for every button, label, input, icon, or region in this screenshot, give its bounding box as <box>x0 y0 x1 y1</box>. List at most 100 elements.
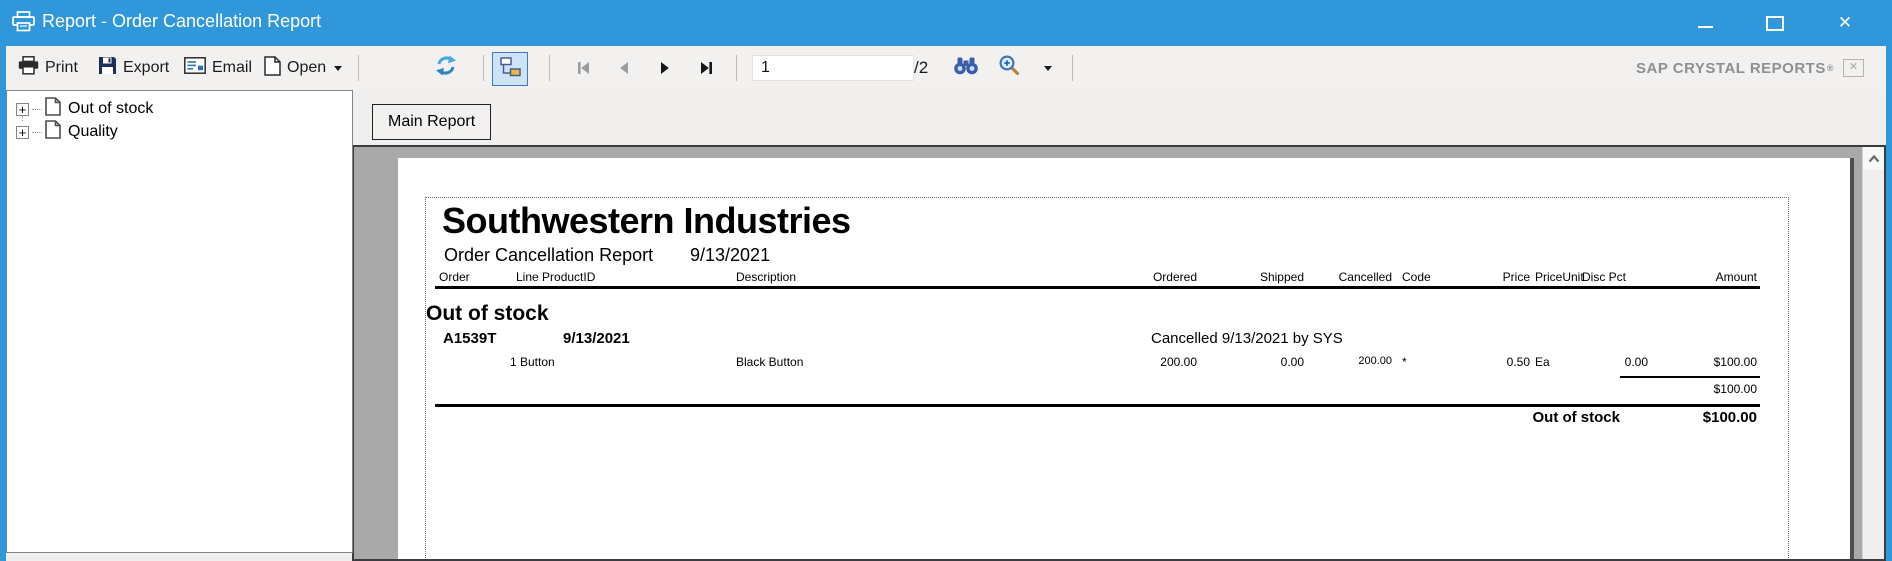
report-page: Southwestern Industries Order Cancellati… <box>398 158 1854 559</box>
next-page-icon <box>661 62 669 74</box>
order-date: 9/13/2021 <box>563 330 630 347</box>
detail-description: Black Button <box>736 355 804 369</box>
window-title: Report - Order Cancellation Report <box>42 11 322 31</box>
last-page-icon <box>700 62 712 74</box>
open-label: Open <box>287 59 327 76</box>
report-viewer-area: Southwestern Industries Order Cancellati… <box>352 145 1886 561</box>
toolbar-separator <box>483 55 484 81</box>
first-page-icon <box>577 62 589 74</box>
window-border-right <box>1886 0 1892 561</box>
sap-crystal-reports-logo: SAP CRYSTAL REPORTS ® <box>1636 46 1834 90</box>
export-label: Export <box>123 59 170 76</box>
document-icon <box>45 120 61 144</box>
export-button[interactable]: Export <box>98 46 169 90</box>
maximize-button[interactable] <box>1756 6 1794 40</box>
report-subtitle: Order Cancellation Report <box>444 245 654 265</box>
open-dropdown-icon <box>334 65 343 71</box>
column-header-disc-pct: Disc Pct <box>1581 270 1626 284</box>
page-number-input[interactable] <box>752 55 914 81</box>
detail-line-productid: 1 Button <box>510 355 555 369</box>
expand-icon[interactable]: + <box>16 102 29 116</box>
toolbar-separator <box>1072 55 1073 81</box>
logo-dismiss-button[interactable]: ✕ <box>1843 59 1864 77</box>
previous-page-icon <box>620 62 628 74</box>
report-date: 9/13/2021 <box>690 245 771 265</box>
close-button[interactable]: ✕ <box>1826 6 1864 40</box>
detail-code: * <box>1402 355 1407 369</box>
chevron-up-icon <box>1868 154 1879 163</box>
cancel-note: Cancelled 9/13/2021 by SYS <box>1151 330 1343 347</box>
column-header-amount: Amount <box>1715 270 1757 284</box>
binoculars-icon <box>952 56 980 80</box>
email-icon <box>184 57 206 79</box>
previous-page-button[interactable] <box>607 53 641 83</box>
brand-label: SAP CRYSTAL REPORTS <box>1636 59 1826 77</box>
toolbar-separator <box>736 55 737 81</box>
vertical-scrollbar[interactable] <box>1862 147 1884 559</box>
column-header-description: Description <box>736 270 797 284</box>
title-bar: Report - Order Cancellation Report ✕ <box>0 0 1892 46</box>
group-total-line <box>435 404 1760 407</box>
zoom-dropdown-icon <box>1044 65 1052 71</box>
tree-item-quality[interactable]: + Quality <box>7 120 118 144</box>
detail-price: 0.50 <box>1506 355 1530 369</box>
find-button[interactable] <box>952 46 980 90</box>
group-tree-panel: + Out of stock + Quality <box>6 90 353 553</box>
maximize-icon <box>1766 15 1784 31</box>
expand-icon[interactable]: + <box>16 125 29 139</box>
group-total-label: Out of stock <box>1532 409 1620 426</box>
print-button[interactable]: Print <box>18 46 78 90</box>
group-header: Out of stock <box>426 302 549 325</box>
column-header-order: Order <box>439 270 470 284</box>
tree-item-label: Out of stock <box>68 100 154 117</box>
zoom-dropdown-button[interactable] <box>1042 46 1052 90</box>
tree-connector-dots <box>32 108 42 110</box>
export-icon <box>98 56 117 80</box>
document-icon <box>45 97 61 121</box>
tree-item-label: Quality <box>68 123 118 140</box>
open-button[interactable]: Open <box>264 46 343 90</box>
refresh-button[interactable] <box>434 46 458 90</box>
group-tree-toggle-button[interactable] <box>492 52 528 86</box>
report-company-title: Southwestern Industries <box>442 200 851 241</box>
email-button[interactable]: Email <box>184 46 252 90</box>
brand-registered-mark: ® <box>1826 63 1834 73</box>
first-page-button[interactable] <box>566 53 600 83</box>
tab-label: Main Report <box>388 113 476 130</box>
print-label: Print <box>45 59 78 76</box>
column-header-line-productid: Line ProductID <box>516 270 596 284</box>
print-icon <box>18 56 39 80</box>
order-id: A1539T <box>443 330 497 347</box>
window-border-left <box>0 0 6 561</box>
detail-cancelled: 200.00 <box>1358 355 1392 367</box>
detail-ordered: 200.00 <box>1160 355 1197 369</box>
toolbar-separator <box>549 55 550 81</box>
toolbar: Print Export Email Open 1 /2 SAP CRYSTAL… <box>6 46 1886 90</box>
page-total-label: /2 <box>914 58 929 77</box>
tree-item-out-of-stock[interactable]: + Out of stock <box>7 97 153 121</box>
group-tree-icon <box>499 56 522 82</box>
last-page-button[interactable] <box>689 53 723 83</box>
report-viewer-window: Report - Order Cancellation Report ✕ Pri… <box>0 0 1892 561</box>
detail-disc-pct: 0.00 <box>1624 355 1648 369</box>
tree-connector-dots <box>32 131 42 133</box>
scroll-up-button[interactable] <box>1863 147 1884 170</box>
subtotal-amount: $100.00 <box>1713 382 1757 396</box>
open-file-icon <box>264 55 281 81</box>
detail-amount: $100.00 <box>1713 355 1757 369</box>
refresh-icon <box>434 55 458 81</box>
tab-main-report[interactable]: Main Report <box>372 104 492 140</box>
next-page-button[interactable] <box>648 53 682 83</box>
column-header-ordered: Ordered <box>1152 270 1197 284</box>
minimize-icon <box>1697 26 1713 28</box>
column-header-cancelled: Cancelled <box>1338 270 1392 284</box>
minimize-button[interactable] <box>1686 6 1724 40</box>
printer-icon <box>12 11 35 37</box>
logo-dismiss-icon: ✕ <box>1848 61 1859 73</box>
zoom-button[interactable] <box>998 46 1021 90</box>
zoom-magnifier-icon <box>998 55 1021 81</box>
subtotal-line <box>1620 376 1760 378</box>
email-label: Email <box>212 59 253 76</box>
header-underline <box>435 286 1760 289</box>
toolbar-separator <box>358 55 359 81</box>
